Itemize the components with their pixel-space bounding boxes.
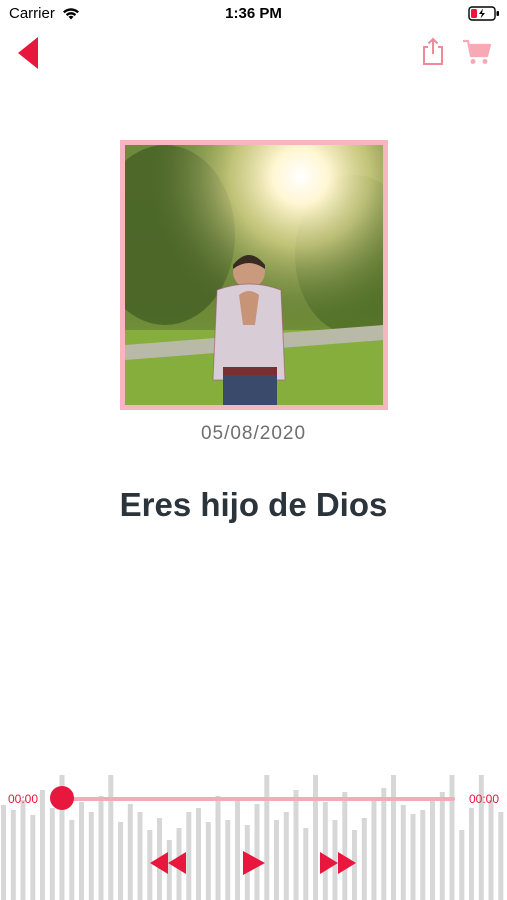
fast-forward-button[interactable] [318,850,358,876]
rewind-button[interactable] [148,850,188,876]
share-icon[interactable] [420,36,446,66]
cart-icon[interactable] [462,38,492,66]
episode-artwork [120,140,388,410]
status-bar: Carrier 1:36 PM [0,0,507,28]
back-button[interactable] [14,36,44,70]
progress-track[interactable] [50,797,455,801]
elapsed-time: 00:00 [8,792,39,806]
episode-date: 05/08/2020 [200,423,307,444]
battery-icon [468,6,499,21]
play-button[interactable] [240,850,266,876]
progress-thumb[interactable] [50,786,74,810]
total-time: 00:00 [468,792,499,806]
status-time: 1:36 PM [225,5,282,22]
episode-title: Eres hijo de Dios [119,486,388,523]
audio-player: 00:00 00:00 [0,770,507,900]
